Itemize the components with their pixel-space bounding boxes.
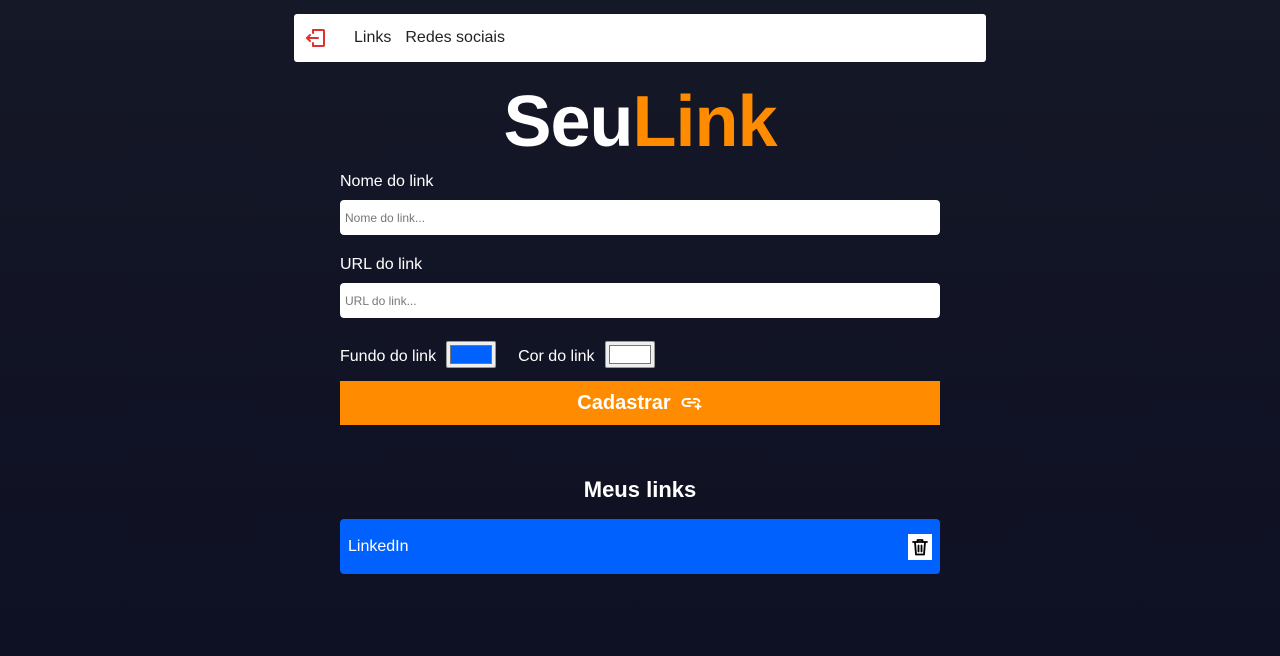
nav-links: Links Redes sociais xyxy=(354,29,505,47)
color-row: Fundo do link Cor do link xyxy=(340,340,655,368)
cadastrar-button[interactable]: Cadastrar xyxy=(340,381,940,425)
name-input[interactable] xyxy=(340,200,940,235)
name-label: Nome do link xyxy=(340,173,434,190)
link-item-label: LinkedIn xyxy=(348,537,409,555)
cadastrar-label: Cadastrar xyxy=(577,391,671,414)
text-color-picker[interactable] xyxy=(604,340,655,368)
logo: SeuLink xyxy=(0,82,1280,162)
bg-color-picker[interactable] xyxy=(446,340,497,368)
text-color-label: Cor do link xyxy=(518,348,595,365)
top-navbar: Links Redes sociais xyxy=(294,14,986,62)
logo-part-link: Link xyxy=(632,82,778,162)
nav-link-redes-sociais[interactable]: Redes sociais xyxy=(405,29,505,47)
my-links-title: Meus links xyxy=(583,477,697,502)
url-label: URL do link xyxy=(340,256,423,273)
logo-part-seu: Seu xyxy=(503,82,633,162)
link-add-icon xyxy=(681,398,702,410)
url-input[interactable] xyxy=(340,283,940,318)
trash-icon xyxy=(912,538,928,555)
bg-color-swatch xyxy=(450,344,493,364)
link-item[interactable]: LinkedIn xyxy=(340,519,940,574)
logout-button[interactable] xyxy=(304,26,328,50)
delete-link-button[interactable] xyxy=(908,533,932,560)
text-color-swatch xyxy=(608,344,651,364)
logout-icon xyxy=(306,29,325,47)
nav-link-links[interactable]: Links xyxy=(354,29,391,47)
bg-color-label: Fundo do link xyxy=(340,348,437,365)
